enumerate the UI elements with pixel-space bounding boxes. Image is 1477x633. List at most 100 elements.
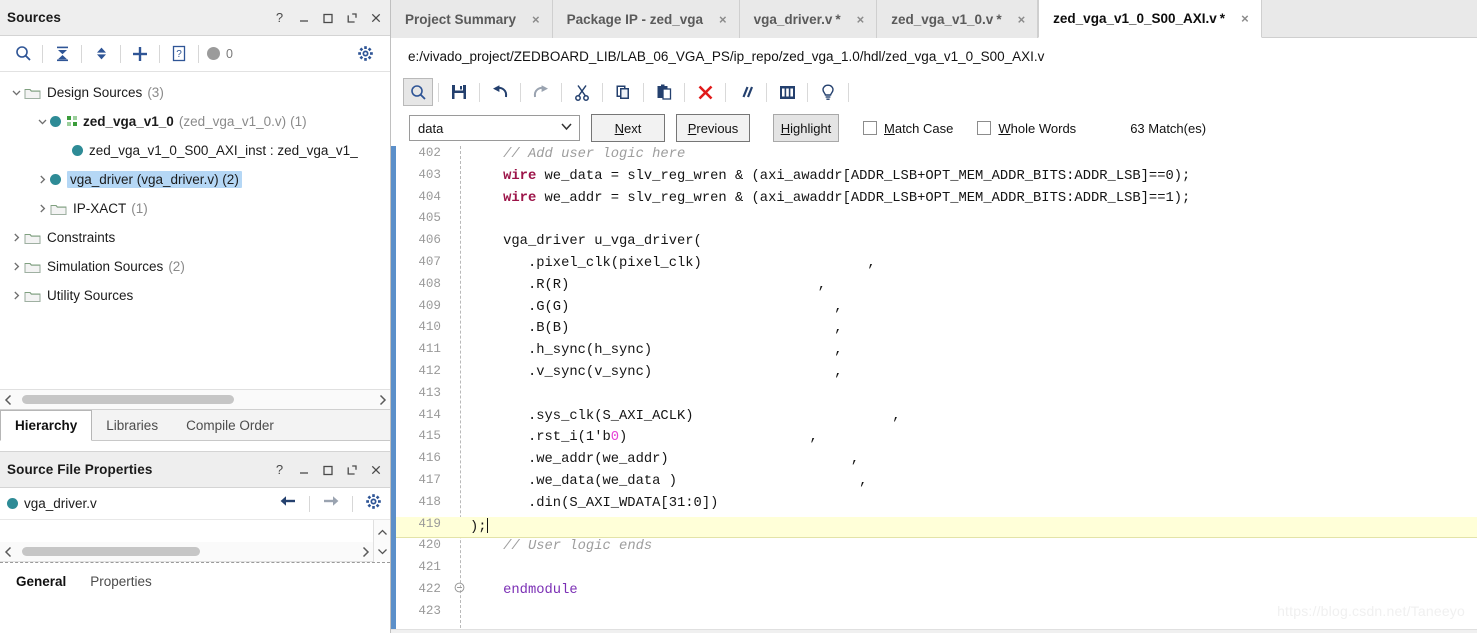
scroll-left-icon[interactable] xyxy=(0,546,16,558)
code-line[interactable]: 419); xyxy=(396,516,1477,539)
delete-icon[interactable] xyxy=(690,78,720,106)
code-line[interactable]: 422 endmodule xyxy=(396,582,1477,604)
close-icon[interactable]: × xyxy=(853,12,869,27)
code-line[interactable]: 410 .B(B) , xyxy=(396,320,1477,342)
tree-item-constraints[interactable]: Constraints xyxy=(0,223,390,252)
find-icon[interactable] xyxy=(403,78,433,106)
find-next-button[interactable]: Next xyxy=(591,114,665,142)
gear-icon[interactable] xyxy=(365,493,382,515)
code-line[interactable]: 411 .h_sync(h_sync) , xyxy=(396,342,1477,364)
cut-icon[interactable] xyxy=(567,78,597,106)
scrollbar-track[interactable] xyxy=(16,390,374,410)
chevron-right-icon[interactable] xyxy=(8,261,24,272)
minimize-icon[interactable] xyxy=(297,463,310,477)
maximize-icon[interactable] xyxy=(321,463,334,477)
tab-package-ip[interactable]: Package IP - zed_vga × xyxy=(552,0,740,38)
tab-zed-vga-v1-0-v[interactable]: zed_vga_v1_0.v * × xyxy=(877,0,1039,38)
sources-bottom-tabs[interactable]: Hierarchy Libraries Compile Order xyxy=(0,409,390,441)
code-line[interactable]: 421 xyxy=(396,560,1477,582)
help-icon[interactable]: ? xyxy=(273,11,286,25)
code-line[interactable]: 412 .v_sync(v_sync) , xyxy=(396,364,1477,386)
code-line[interactable]: 405 xyxy=(396,211,1477,233)
tab-zed-vga-v1-0-s00-axi-v[interactable]: zed_vga_v1_0_S00_AXI.v * × xyxy=(1038,0,1262,38)
scrollbar-thumb[interactable] xyxy=(22,394,234,404)
code-line[interactable]: 417 .we_data(we_data ) , xyxy=(396,473,1477,495)
tab-hierarchy[interactable]: Hierarchy xyxy=(0,410,93,441)
search-icon[interactable] xyxy=(8,39,38,69)
save-icon[interactable] xyxy=(444,78,474,106)
scrollbar-track[interactable] xyxy=(16,542,357,562)
tree-item-utility-sources[interactable]: Utility Sources xyxy=(0,281,390,310)
close-icon[interactable]: × xyxy=(715,12,731,27)
float-icon[interactable] xyxy=(345,11,358,25)
bulb-icon[interactable] xyxy=(813,78,843,106)
chevron-right-icon[interactable] xyxy=(34,174,50,185)
code-line[interactable]: 402 // Add user logic here xyxy=(396,146,1477,168)
columns-icon[interactable] xyxy=(772,78,802,106)
find-bar[interactable]: data Next Previous Highlight Match Case … xyxy=(391,110,1477,146)
collapse-all-icon[interactable] xyxy=(47,39,77,69)
undo-icon[interactable] xyxy=(485,78,515,106)
scroll-right-icon[interactable] xyxy=(357,546,373,558)
search-input[interactable]: data xyxy=(409,115,580,141)
chevron-right-icon[interactable] xyxy=(8,232,24,243)
help-icon[interactable]: ? xyxy=(273,463,286,477)
fold-marker-icon[interactable] xyxy=(448,582,470,597)
scroll-left-icon[interactable] xyxy=(0,394,16,406)
tree-item-design-sources[interactable]: Design Sources (3) xyxy=(0,78,390,107)
find-previous-button[interactable]: Previous xyxy=(676,114,750,142)
chevron-right-icon[interactable] xyxy=(34,203,50,214)
code-line[interactable]: 418 .din(S_AXI_WDATA[31:0]) xyxy=(396,495,1477,517)
code-line[interactable]: 403 wire we_data = slv_reg_wren & (axi_a… xyxy=(396,168,1477,190)
tab-libraries[interactable]: Libraries xyxy=(92,410,172,440)
code-line[interactable]: 407 .pixel_clk(pixel_clk) , xyxy=(396,255,1477,277)
code-line[interactable]: 414 .sys_clk(S_AXI_ACLK) , xyxy=(396,408,1477,430)
close-icon[interactable]: × xyxy=(528,12,544,27)
report-icon[interactable]: ? xyxy=(164,39,194,69)
comment-icon[interactable] xyxy=(731,78,761,106)
whole-words-checkbox[interactable]: Whole Words xyxy=(977,121,1076,136)
close-icon[interactable] xyxy=(369,463,382,477)
tree-horizontal-scrollbar[interactable] xyxy=(0,389,390,409)
editor-toolbar[interactable] xyxy=(391,74,1477,110)
plus-icon[interactable] xyxy=(125,39,155,69)
code-line[interactable]: 409 .G(G) , xyxy=(396,299,1477,321)
code-editor[interactable]: 402 // Add user logic here 403 wire we_da… xyxy=(391,146,1477,633)
checkbox-box[interactable] xyxy=(863,121,877,135)
tree-item-vga-driver[interactable]: vga_driver (vga_driver.v) (2) xyxy=(0,165,390,194)
code-line[interactable]: 415 .rst_i(1'b0) , xyxy=(396,429,1477,451)
chevron-down-icon[interactable] xyxy=(34,116,50,127)
code-line[interactable]: 404 wire we_addr = slv_reg_wren & (axi_a… xyxy=(396,190,1477,212)
tree-item-ip-xact[interactable]: IP-XACT (1) xyxy=(0,194,390,223)
tree-item-zed-vga-v1-0[interactable]: zed_vga_v1_0 (zed_vga_v1_0.v) (1) xyxy=(0,107,390,136)
maximize-icon[interactable] xyxy=(321,11,334,25)
code-lines-container[interactable]: 402 // Add user logic here 403 wire we_da… xyxy=(396,146,1477,633)
code-line[interactable]: 408 .R(R) , xyxy=(396,277,1477,299)
float-icon[interactable] xyxy=(345,463,358,477)
code-line[interactable]: 413 xyxy=(396,386,1477,408)
checkbox-box[interactable] xyxy=(977,121,992,135)
scroll-up-icon[interactable] xyxy=(377,523,388,541)
scroll-down-icon[interactable] xyxy=(377,542,388,560)
close-icon[interactable]: × xyxy=(1237,11,1253,26)
tree-item-simulation-sources[interactable]: Simulation Sources (2) xyxy=(0,252,390,281)
forward-arrow-icon[interactable] xyxy=(322,494,340,513)
chevron-down-icon[interactable] xyxy=(560,122,573,134)
tab-compile-order[interactable]: Compile Order xyxy=(172,410,288,440)
editor-tabstrip[interactable]: Project Summary × Package IP - zed_vga ×… xyxy=(391,0,1477,38)
properties-bottom-tabs[interactable]: General Properties xyxy=(0,563,390,589)
code-line[interactable]: 420 // User logic ends xyxy=(396,538,1477,560)
scrollbar-thumb[interactable] xyxy=(22,546,200,556)
tree-item-s00-axi-inst[interactable]: zed_vga_v1_0_S00_AXI_inst : zed_vga_v1_ xyxy=(0,136,390,165)
match-case-checkbox[interactable]: Match Case xyxy=(863,121,953,136)
close-icon[interactable]: × xyxy=(1014,12,1030,27)
gear-icon[interactable] xyxy=(350,39,380,69)
minimize-icon[interactable] xyxy=(297,11,310,25)
code-line[interactable]: 416 .we_addr(we_addr) , xyxy=(396,451,1477,473)
scroll-right-icon[interactable] xyxy=(374,394,390,406)
paste-icon[interactable] xyxy=(649,78,679,106)
properties-horizontal-scrollbar[interactable] xyxy=(0,542,373,561)
chevron-down-icon[interactable] xyxy=(8,87,24,98)
tab-vga-driver-v[interactable]: vga_driver.v * × xyxy=(739,0,878,38)
tab-project-summary[interactable]: Project Summary × xyxy=(391,0,553,38)
